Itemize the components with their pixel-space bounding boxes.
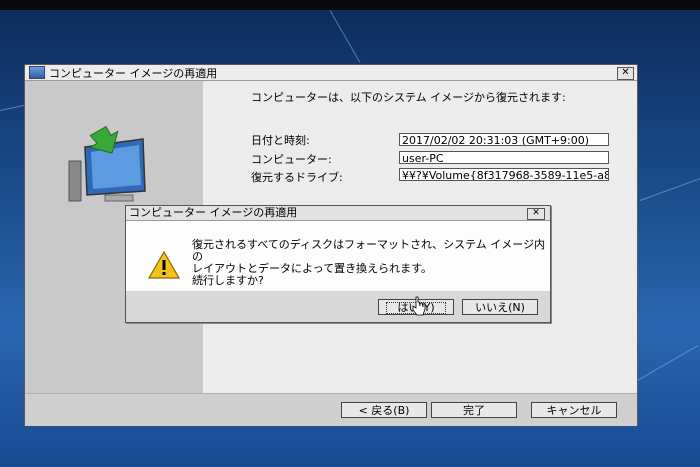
finish-button[interactable]: 完了	[431, 402, 517, 418]
warning-icon	[148, 251, 180, 279]
confirm-dialog-close-button[interactable]: ✕	[527, 208, 545, 220]
computer-label: コンピューター:	[251, 153, 332, 166]
desktop-wallpaper-streak	[639, 176, 700, 201]
date-time-value: 2017/02/02 20:31:03 (GMT+9:00)	[399, 133, 609, 146]
computer-row: コンピューター:	[251, 151, 332, 166]
restore-summary-heading: コンピューターは、以下のシステム イメージから復元されます:	[251, 91, 566, 104]
confirm-dialog-message: 復元されるすべてのディスクはフォーマットされ、システム イメージ内の レイアウト…	[192, 238, 546, 287]
date-time-row: 日付と時刻:	[251, 132, 310, 147]
no-button[interactable]: いいえ(N)	[462, 299, 538, 315]
main-window-title-bar[interactable]: コンピューター イメージの再適用	[25, 65, 637, 81]
confirm-dialog-button-bar: はい(Y) いいえ(N)	[126, 291, 550, 322]
date-time-label: 日付と時刻:	[251, 134, 310, 147]
restore-drive-label: 復元するドライブ:	[251, 171, 343, 184]
computer-value: user-PC	[399, 151, 609, 164]
confirm-dialog-body: 復元されるすべてのディスクはフォーマットされ、システム イメージ内の レイアウト…	[126, 221, 550, 291]
back-button[interactable]: < 戻る(B)	[341, 402, 427, 418]
mouse-cursor	[412, 296, 426, 316]
confirm-dialog: コンピューター イメージの再適用 ✕ 復元されるすべてのディスクはフォーマットさ…	[125, 205, 551, 323]
restore-drive-value: ¥¥?¥Volume{8f317968-3589-11e5-a8a	[399, 168, 609, 181]
confirm-dialog-title[interactable]: コンピューター イメージの再適用	[126, 206, 550, 221]
restore-drive-row: 復元するドライブ:	[251, 169, 343, 184]
system-restore-icon	[29, 66, 45, 79]
wizard-button-bar: < 戻る(B) 完了 キャンセル	[25, 393, 637, 426]
desktop-wallpaper-streak	[329, 10, 361, 63]
main-window-close-button[interactable]: ✕	[617, 67, 634, 80]
main-window-title: コンピューター イメージの再適用	[49, 66, 218, 80]
monitor-restore-icon	[68, 125, 146, 202]
screen-bezel	[0, 0, 700, 10]
cancel-button[interactable]: キャンセル	[531, 402, 617, 418]
